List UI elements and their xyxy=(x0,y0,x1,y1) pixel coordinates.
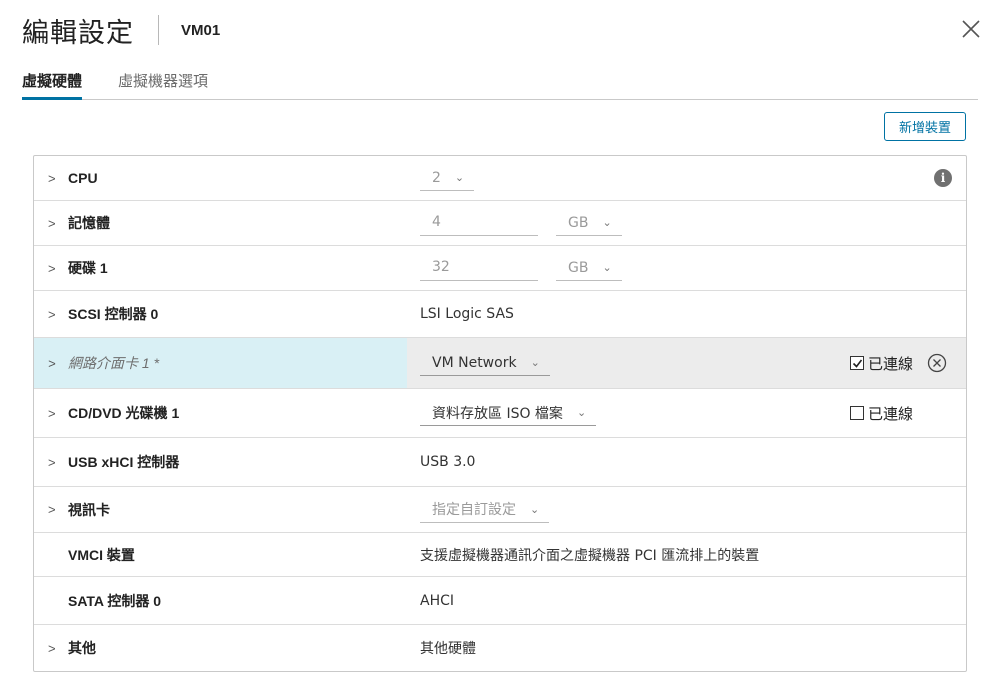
row-cpu: > CPU 2 ⌄ i xyxy=(34,156,966,201)
select-value: GB xyxy=(568,214,589,231)
row-vmci: VMCI 裝置 xyxy=(34,533,407,576)
select-value: 資料存放區 ISO 檔案 xyxy=(432,405,563,422)
row-label: VMCI 裝置 xyxy=(68,546,135,563)
disk-unit-select[interactable]: GB ⌄ xyxy=(556,255,622,281)
cpu-select[interactable]: 2 ⌄ xyxy=(420,165,475,191)
disk-size-input[interactable]: 32 xyxy=(420,255,538,281)
row-label: SCSI 控制器 0 xyxy=(68,306,159,322)
video-settings-select[interactable]: 指定自訂設定 ⌄ xyxy=(420,497,550,523)
chevron-right-icon: > xyxy=(48,454,56,470)
row-label: USB xHCI 控制器 xyxy=(68,454,180,470)
chevron-right-icon: > xyxy=(48,640,56,656)
chevron-down-icon: ⌄ xyxy=(530,502,540,516)
row-disk-toggle[interactable]: > 硬碟 1 xyxy=(34,246,407,290)
select-value: GB xyxy=(568,259,589,276)
dialog-header: 編輯設定 VM01 xyxy=(22,10,220,50)
title-divider xyxy=(158,15,159,45)
chevron-right-icon: > xyxy=(48,306,56,322)
memory-input[interactable]: 4 xyxy=(420,210,538,236)
chevron-right-icon: > xyxy=(48,502,56,517)
select-value: 指定自訂設定 xyxy=(432,502,516,518)
chevron-right-icon: > xyxy=(48,215,56,231)
row-value: 其他硬體 xyxy=(420,641,476,657)
memory-unit-select[interactable]: GB ⌄ xyxy=(556,210,622,236)
row-video-card: > 視訊卡 指定自訂設定 ⌄ xyxy=(34,487,966,533)
vm-name: VM01 xyxy=(181,21,221,39)
row-scsi-controller: > SCSI 控制器 0 LSI Logic SAS xyxy=(34,291,966,338)
row-memory-toggle[interactable]: > 記憶體 xyxy=(34,201,407,245)
hardware-list: > CPU 2 ⌄ i > 記憶體 4 GB ⌄ > 硬碟 1 32 GB ⌄ … xyxy=(33,155,967,672)
chevron-down-icon: ⌄ xyxy=(530,356,540,369)
row-usb-controller: > USB xHCI 控制器 USB 3.0 xyxy=(34,438,966,487)
chevron-down-icon: ⌄ xyxy=(602,261,612,274)
row-video-toggle[interactable]: > 視訊卡 xyxy=(34,487,407,532)
chevron-right-icon: > xyxy=(48,170,56,186)
cdrom-source-select[interactable]: 資料存放區 ISO 檔案 ⌄ xyxy=(420,400,597,426)
row-label: CD/DVD 光碟機 1 xyxy=(68,405,180,421)
row-value: LSI Logic SAS xyxy=(420,306,514,322)
row-sata: SATA 控制器 0 xyxy=(34,577,407,624)
row-label: 網路介面卡 1 * xyxy=(68,355,160,371)
select-value: 2 xyxy=(432,169,441,186)
tab-bar: 虛擬硬體 虛擬機器選項 xyxy=(22,66,978,100)
chevron-right-icon: > xyxy=(48,355,56,371)
row-usb-toggle[interactable]: > USB xHCI 控制器 xyxy=(34,438,407,486)
select-value: VM Network xyxy=(432,354,517,371)
row-label: CPU xyxy=(68,170,98,186)
chevron-right-icon: > xyxy=(48,405,56,421)
row-other: > 其他 其他硬體 xyxy=(34,625,966,671)
row-cd-dvd: > CD/DVD 光碟機 1 資料存放區 ISO 檔案 ⌄ 已連線 xyxy=(34,389,966,438)
row-cpu-toggle[interactable]: > CPU xyxy=(34,156,407,200)
row-hard-disk: > 硬碟 1 32 GB ⌄ xyxy=(34,246,966,291)
row-label: 視訊卡 xyxy=(68,501,110,518)
add-device-button[interactable]: 新增裝置 xyxy=(883,112,966,141)
close-icon[interactable] xyxy=(960,18,982,40)
row-label: 記憶體 xyxy=(68,215,110,231)
row-sata-controller: SATA 控制器 0 AHCI xyxy=(34,577,966,625)
checkbox-icon xyxy=(850,406,864,420)
row-nic-toggle[interactable]: > 網路介面卡 1 * xyxy=(34,338,407,388)
network-select[interactable]: VM Network ⌄ xyxy=(420,350,550,376)
row-label: SATA 控制器 0 xyxy=(68,592,162,609)
tab-virtual-hardware[interactable]: 虛擬硬體 xyxy=(22,66,83,100)
row-label: 硬碟 1 xyxy=(68,260,108,276)
row-network-adapter: > 網路介面卡 1 * VM Network ⌄ 已連線 xyxy=(34,338,966,389)
chevron-down-icon: ⌄ xyxy=(576,406,587,419)
cdrom-connected-checkbox[interactable]: 已連線 xyxy=(850,403,913,424)
row-other-toggle[interactable]: > 其他 xyxy=(34,625,407,671)
row-vmci-device: VMCI 裝置 支援虛擬機器通訊介面之虛擬機器 PCI 匯流排上的裝置 xyxy=(34,533,966,577)
dialog-title: 編輯設定 xyxy=(22,17,134,49)
row-value: 支援虛擬機器通訊介面之虛擬機器 PCI 匯流排上的裝置 xyxy=(420,547,760,564)
row-memory: > 記憶體 4 GB ⌄ xyxy=(34,201,966,246)
row-cdrom-toggle[interactable]: > CD/DVD 光碟機 1 xyxy=(34,389,407,437)
row-label: 其他 xyxy=(68,640,96,656)
remove-circle-icon[interactable] xyxy=(927,353,947,373)
chevron-down-icon: ⌄ xyxy=(602,216,612,229)
row-value: USB 3.0 xyxy=(420,454,476,470)
connected-label: 已連線 xyxy=(868,354,914,373)
chevron-right-icon: > xyxy=(48,260,56,276)
row-scsi-toggle[interactable]: > SCSI 控制器 0 xyxy=(34,291,407,337)
tab-vm-options[interactable]: 虛擬機器選項 xyxy=(118,66,208,100)
connected-label: 已連線 xyxy=(868,404,914,423)
row-value: AHCI xyxy=(420,592,455,609)
nic-connected-checkbox[interactable]: 已連線 xyxy=(850,353,913,374)
chevron-down-icon: ⌄ xyxy=(454,171,465,184)
info-icon[interactable]: i xyxy=(934,169,952,187)
checkbox-checked-icon xyxy=(850,356,864,370)
